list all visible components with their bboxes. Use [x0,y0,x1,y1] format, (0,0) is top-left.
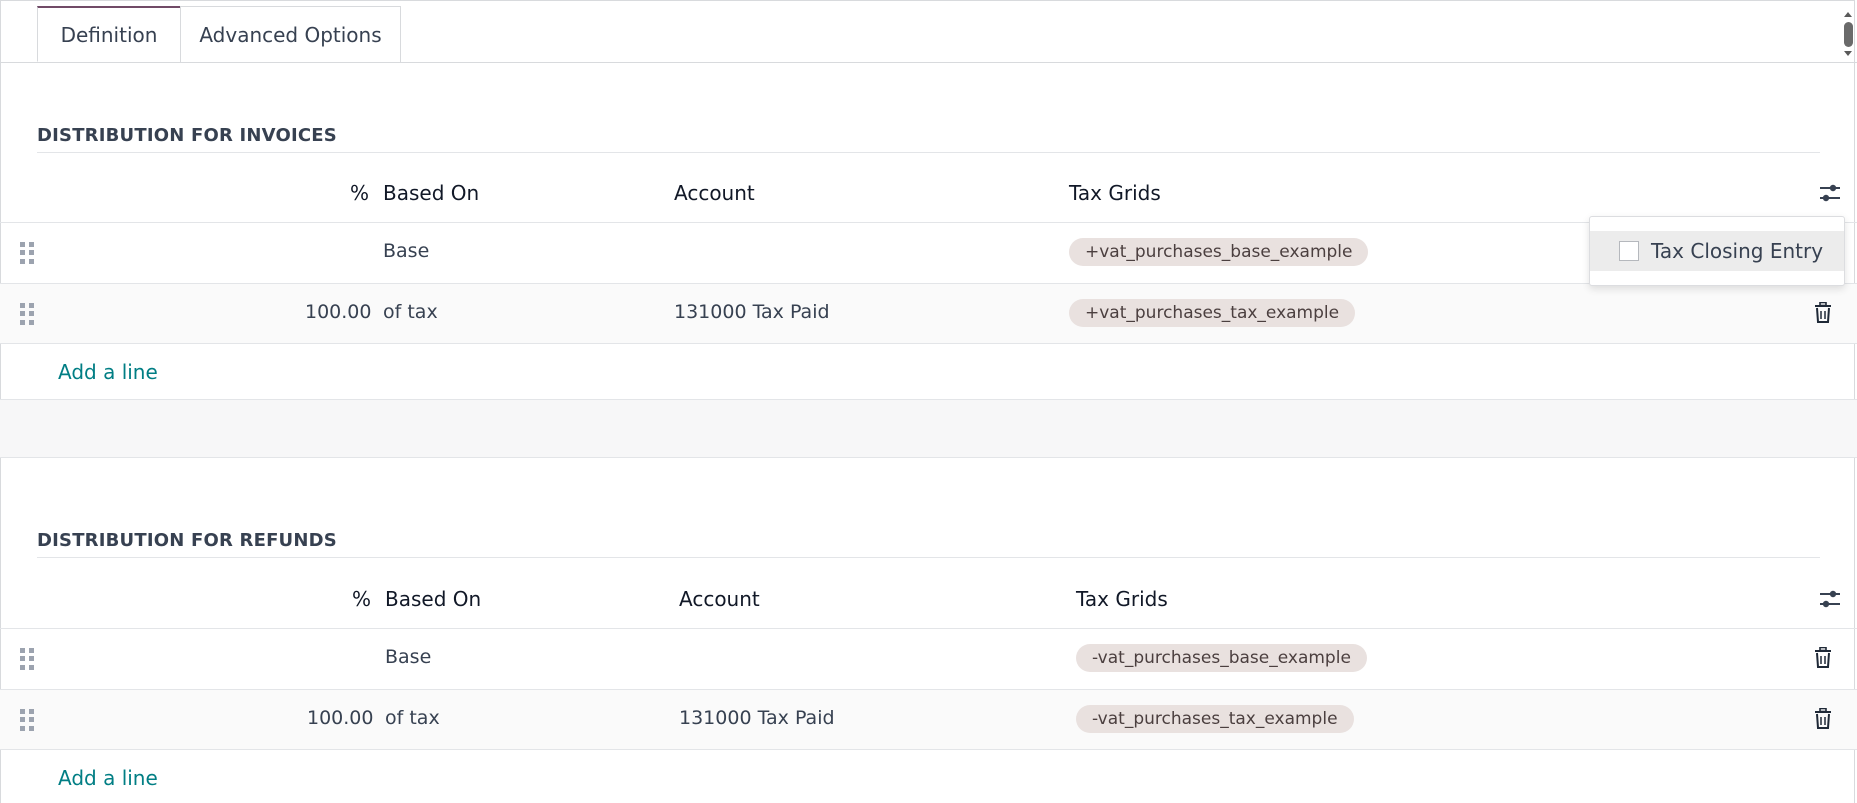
tax-grid-tag[interactable]: -vat_purchases_tax_example [1076,705,1354,733]
tax-grid-tag[interactable]: -vat_purchases_base_example [1076,644,1367,672]
optional-columns-dropdown: Tax Closing Entry [1589,216,1845,286]
based-on-cell[interactable]: of tax [383,301,438,323]
tax-grid-tag[interactable]: +vat_purchases_base_example [1069,238,1369,266]
notebook-tabs: Definition Advanced Options [0,0,1857,63]
dropdown-item-label: Tax Closing Entry [1651,239,1824,263]
column-header-percent[interactable]: % [350,181,369,205]
percent-cell[interactable]: 100.00 [305,301,371,323]
table-row[interactable]: Base -vat_purchases_base_example [0,629,1857,689]
scroll-thumb[interactable] [1844,22,1853,47]
drag-handle-icon[interactable] [20,242,34,264]
table-row[interactable]: 100.00 of tax 131000 Tax Paid +vat_purch… [0,284,1857,344]
section-divider [37,152,1820,153]
tab-definition[interactable]: Definition [37,6,181,62]
tax-grid-tag[interactable]: +vat_purchases_tax_example [1069,299,1356,327]
trash-icon[interactable] [1814,302,1832,324]
invoices-section-title: DISTRIBUTION FOR INVOICES [37,125,337,146]
add-line-refunds-link[interactable]: Add a line [58,766,158,790]
trash-icon[interactable] [1814,708,1832,730]
percent-cell[interactable]: 100.00 [307,707,373,729]
sliders-icon[interactable] [1818,587,1842,611]
row-divider [0,343,1857,344]
column-header-account[interactable]: Account [674,181,755,205]
refunds-section-title: DISTRIBUTION FOR REFUNDS [37,530,337,551]
table-footer-band [0,399,1857,458]
trash-icon[interactable] [1814,647,1832,669]
table-row[interactable]: 100.00 of tax 131000 Tax Paid -vat_purch… [0,690,1857,750]
sliders-icon[interactable] [1818,181,1842,205]
column-header-percent[interactable]: % [352,587,371,611]
tax-closing-entry-checkbox[interactable] [1619,241,1639,261]
column-header-account[interactable]: Account [679,587,760,611]
drag-handle-icon[interactable] [20,303,34,325]
row-divider [0,749,1857,750]
vertical-scrollbar[interactable] [1841,6,1855,56]
column-header-tax-grids[interactable]: Tax Grids [1076,587,1168,611]
based-on-cell[interactable]: Base [383,240,429,262]
scroll-up-icon[interactable] [1844,12,1852,17]
tab-advanced-options[interactable]: Advanced Options [180,6,401,62]
account-cell[interactable]: 131000 Tax Paid [674,301,830,323]
dropdown-item-tax-closing-entry[interactable]: Tax Closing Entry [1590,231,1844,271]
table-row[interactable]: Base +vat_purchases_base_example [0,223,1857,283]
account-cell[interactable]: 131000 Tax Paid [679,707,835,729]
based-on-cell[interactable]: Base [385,646,431,668]
based-on-cell[interactable]: of tax [385,707,440,729]
column-header-based-on[interactable]: Based On [383,181,479,205]
add-line-invoices-link[interactable]: Add a line [58,360,158,384]
column-header-based-on[interactable]: Based On [385,587,481,611]
section-divider [37,557,1820,558]
scroll-down-icon[interactable] [1844,51,1852,56]
drag-handle-icon[interactable] [20,709,34,731]
column-header-tax-grids[interactable]: Tax Grids [1069,181,1161,205]
drag-handle-icon[interactable] [20,648,34,670]
